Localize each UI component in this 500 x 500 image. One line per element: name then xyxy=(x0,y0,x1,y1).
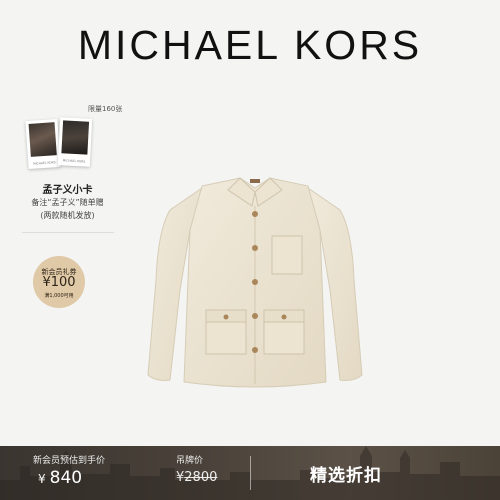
price-divider xyxy=(250,456,251,490)
member-price-value: 840 xyxy=(49,468,83,488)
coupon-amount: ¥100 xyxy=(42,275,76,290)
photo-card-2: MICHAEL KORS xyxy=(57,117,93,167)
tag-price-value: 2800 xyxy=(184,470,218,485)
product-image-jacket[interactable] xyxy=(140,170,370,400)
member-price-label: 新会员预估到手价 xyxy=(33,456,106,466)
gift-card-note-2: (两款随机发放) xyxy=(40,211,95,220)
photo-card-caption: MICHAEL KORS xyxy=(32,160,56,166)
price-bar[interactable]: 新会员预估到手价 ¥840 吊牌价 ¥2800 精选折扣 xyxy=(0,446,500,500)
member-price: ¥840 xyxy=(38,468,82,488)
photo-card-1: MICHAEL KORS xyxy=(25,118,61,170)
coupon-badge[interactable]: 新会员礼券 ¥100 满1,000可用 xyxy=(33,256,85,308)
photo-card-image xyxy=(28,122,57,157)
coupon-condition: 满1,000可用 xyxy=(44,293,74,299)
photo-card-caption: MICHAEL KORS xyxy=(62,158,86,164)
tag-price: ¥2800 xyxy=(176,470,217,485)
discount-cta-button[interactable]: 精选折扣 xyxy=(310,461,382,486)
limit-quantity-text: 限量160张 xyxy=(88,105,123,113)
brand-logo: MICHAEL KORS xyxy=(77,22,423,68)
gift-card-note: 备注“孟子义”随单赠 xyxy=(31,198,104,207)
gift-card-title: 孟子义小卡 xyxy=(42,185,93,196)
divider xyxy=(22,232,114,233)
tag-price-label: 吊牌价 xyxy=(176,456,204,466)
photo-card-image xyxy=(61,120,90,155)
currency-symbol: ¥ xyxy=(38,472,46,486)
